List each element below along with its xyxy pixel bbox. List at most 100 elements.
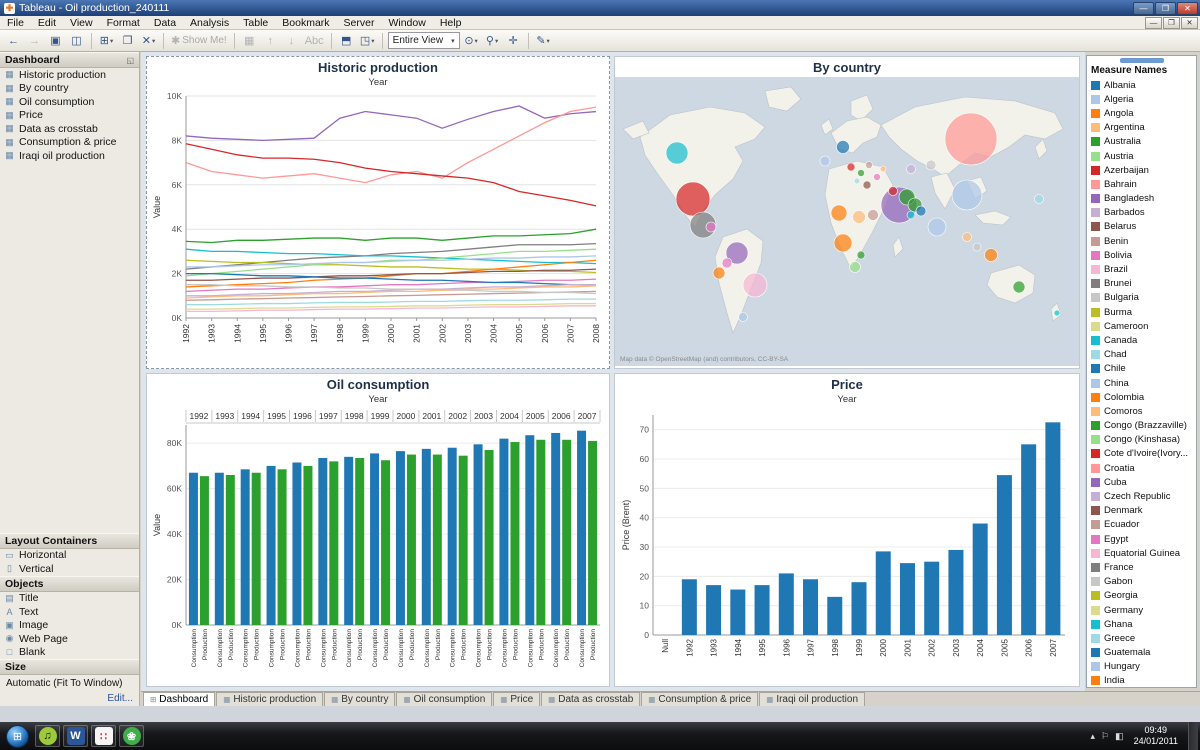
price-bar[interactable] bbox=[706, 585, 721, 635]
bar-production[interactable] bbox=[588, 441, 597, 625]
bar-consumption[interactable] bbox=[551, 433, 560, 625]
new-sheet-button[interactable]: ⊞▾ bbox=[97, 32, 116, 50]
country-bubble[interactable] bbox=[926, 160, 936, 170]
oil-consumption-chart[interactable]: 0K20K40K60K80K19921993199419951996199719… bbox=[150, 407, 606, 687]
bar-production[interactable] bbox=[510, 442, 519, 625]
taskbar-app-games[interactable]: ∷ bbox=[91, 725, 116, 747]
bar-production[interactable] bbox=[536, 440, 545, 625]
tab-dashboard[interactable]: ⊞Dashboard bbox=[143, 692, 215, 706]
bar-consumption[interactable] bbox=[189, 473, 198, 625]
legend-item-austria[interactable]: Austria bbox=[1087, 149, 1196, 163]
tab-iraqi-oil-production[interactable]: ▦Iraqi oil production bbox=[759, 692, 865, 706]
country-bubble[interactable] bbox=[857, 251, 865, 259]
legend-item-ecuador[interactable]: Ecuador bbox=[1087, 518, 1196, 532]
country-bubble[interactable] bbox=[1054, 310, 1060, 316]
sidebar-sheet-data-as-crosstab[interactable]: ▦Data as crosstab bbox=[0, 122, 139, 136]
sort-ascending-button[interactable]: ↑ bbox=[261, 32, 280, 50]
legend-item-india[interactable]: India bbox=[1087, 674, 1196, 688]
legend-item-brazil[interactable]: Brazil bbox=[1087, 262, 1196, 276]
menu-table[interactable]: Table bbox=[236, 16, 275, 30]
taskbar-clock[interactable]: 09:49 24/01/2011 bbox=[1134, 725, 1178, 748]
maximize-button[interactable]: ❐ bbox=[1155, 2, 1176, 15]
tab-price[interactable]: ▦Price bbox=[493, 692, 540, 706]
country-bubble[interactable] bbox=[850, 262, 861, 273]
legend-item-greece[interactable]: Greece bbox=[1087, 631, 1196, 645]
clear-sheet-button[interactable]: ✕▾ bbox=[139, 32, 158, 50]
country-bubble[interactable] bbox=[858, 170, 865, 177]
legend-item-georgia[interactable]: Georgia bbox=[1087, 589, 1196, 603]
add-data-button[interactable]: ◫ bbox=[67, 32, 86, 50]
country-bubble[interactable] bbox=[706, 222, 716, 232]
country-bubble[interactable] bbox=[820, 156, 830, 166]
historic-production-view[interactable]: Historic production Year 0K2K4K6K8K10K19… bbox=[146, 56, 610, 369]
line-series-04[interactable] bbox=[186, 229, 596, 242]
legend-item-cameroon[interactable]: Cameroon bbox=[1087, 319, 1196, 333]
tab-historic-production[interactable]: ▦Historic production bbox=[216, 692, 323, 706]
country-bubble[interactable] bbox=[874, 174, 881, 181]
sort-descending-button[interactable]: ↓ bbox=[282, 32, 301, 50]
tab-oil-consumption[interactable]: ▦Oil consumption bbox=[396, 692, 492, 706]
minimize-button[interactable]: — bbox=[1133, 2, 1154, 15]
bar-production[interactable] bbox=[252, 473, 261, 625]
bar-production[interactable] bbox=[355, 458, 364, 625]
price-bar[interactable] bbox=[900, 563, 915, 635]
price-bar[interactable] bbox=[779, 573, 794, 635]
legend-item-cote-d-ivoire-ivory[interactable]: Cote d'Ivoire(Ivory... bbox=[1087, 447, 1196, 461]
duplicate-sheet-button[interactable]: ❐ bbox=[118, 32, 137, 50]
historic-production-chart[interactable]: 0K2K4K6K8K10K199219931994199519961997199… bbox=[150, 90, 606, 362]
layout-horizontal[interactable]: ▭Horizontal bbox=[0, 549, 139, 563]
bar-consumption[interactable] bbox=[525, 435, 534, 625]
price-bar[interactable] bbox=[1045, 422, 1060, 635]
back-button[interactable]: ← bbox=[4, 32, 23, 50]
legend-item-angola[interactable]: Angola bbox=[1087, 106, 1196, 120]
country-bubble[interactable] bbox=[743, 273, 767, 297]
highlight-button[interactable]: ⊙▾ bbox=[462, 32, 481, 50]
price-bar[interactable] bbox=[876, 551, 891, 635]
country-bubble[interactable] bbox=[916, 206, 926, 216]
forward-button[interactable]: → bbox=[25, 32, 44, 50]
legend-item-barbados[interactable]: Barbados bbox=[1087, 206, 1196, 220]
legend-item-belarus[interactable]: Belarus bbox=[1087, 220, 1196, 234]
object-text[interactable]: AText bbox=[0, 605, 139, 619]
country-bubble[interactable] bbox=[868, 210, 879, 221]
bar-production[interactable] bbox=[459, 456, 468, 625]
tag-button[interactable]: ◳▾ bbox=[358, 32, 377, 50]
bar-production[interactable] bbox=[485, 450, 494, 625]
country-bubble[interactable] bbox=[866, 162, 873, 169]
bar-production[interactable] bbox=[329, 461, 338, 625]
country-bubble[interactable] bbox=[847, 163, 855, 171]
price-view[interactable]: Price Year 010203040506070Null1992199319… bbox=[614, 373, 1080, 687]
tray-icon-1[interactable]: ⚐ bbox=[1101, 731, 1109, 742]
object-image[interactable]: ▣Image bbox=[0, 619, 139, 633]
price-bar[interactable] bbox=[948, 550, 963, 635]
bar-consumption[interactable] bbox=[499, 439, 508, 625]
bar-consumption[interactable] bbox=[215, 473, 224, 625]
legend-item-czech-republic[interactable]: Czech Republic bbox=[1087, 489, 1196, 503]
legend-item-canada[interactable]: Canada bbox=[1087, 333, 1196, 347]
tab-consumption-price[interactable]: ▦Consumption & price bbox=[641, 692, 758, 706]
country-bubble[interactable] bbox=[863, 181, 871, 189]
sidebar-sheet-by-country[interactable]: ▦By country bbox=[0, 82, 139, 96]
country-bubble[interactable] bbox=[666, 142, 688, 164]
bar-consumption[interactable] bbox=[474, 444, 483, 625]
taskbar-app-word[interactable]: W bbox=[63, 725, 88, 747]
bar-consumption[interactable] bbox=[344, 457, 353, 625]
panel-pin-icon[interactable]: ◱ bbox=[126, 56, 134, 65]
bar-consumption[interactable] bbox=[292, 463, 301, 626]
country-bubble[interactable] bbox=[1013, 281, 1025, 293]
edit-button[interactable]: ✎▾ bbox=[534, 32, 553, 50]
country-bubble[interactable] bbox=[945, 113, 997, 165]
view-mode-select[interactable]: Entire View▾ bbox=[388, 32, 460, 49]
legend-drag-grip[interactable] bbox=[1120, 58, 1164, 63]
size-mode-select[interactable]: Automatic (Fit To Window) bbox=[0, 675, 139, 691]
start-button[interactable]: ⊞ bbox=[6, 725, 29, 748]
menu-format[interactable]: Format bbox=[100, 16, 147, 30]
bar-production[interactable] bbox=[433, 455, 442, 625]
bar-consumption[interactable] bbox=[267, 466, 276, 625]
sidebar-sheet-historic-production[interactable]: ▦Historic production bbox=[0, 68, 139, 82]
mdi-minimize-button[interactable]: — bbox=[1145, 17, 1162, 29]
legend-item-congo-brazzaville[interactable]: Congo (Brazzaville) bbox=[1087, 419, 1196, 433]
object-title[interactable]: ▤Title bbox=[0, 592, 139, 606]
object-blank[interactable]: □Blank bbox=[0, 646, 139, 660]
show-desktop-button[interactable] bbox=[1188, 722, 1198, 750]
